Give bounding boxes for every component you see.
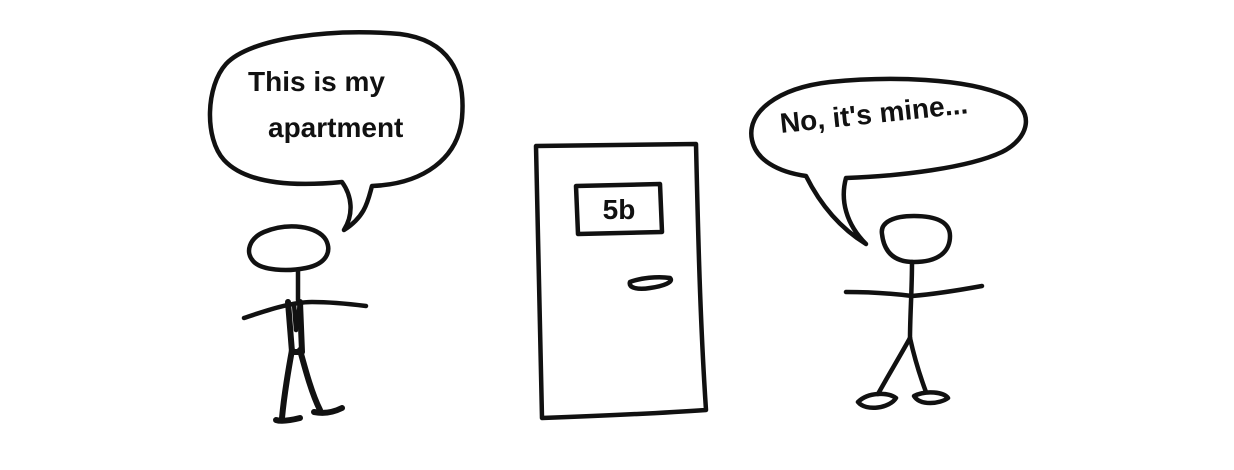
door-number: 5b [602,194,636,225]
left-person-leg-left [279,347,295,421]
left-person-leg-right [297,347,323,413]
left-speech-line-1: This is my [248,66,385,97]
door-handle [627,274,674,291]
right-person-leg-left [875,335,913,397]
comic-panel: This is my apartment No, it's mine... 5b [0,0,1234,470]
left-person-foot-left [273,415,303,424]
right-person-head [879,213,953,265]
right-person-foot-right [911,390,951,406]
left-person-head [246,224,331,273]
right-person-foot-left [855,391,899,411]
right-person-torso [907,259,915,341]
left-speech-line-2: apartment [268,112,404,143]
comic-drawing [207,30,1028,424]
left-person-arms [241,299,369,321]
right-person-arms [843,283,985,299]
right-person-leg-right [907,335,929,395]
